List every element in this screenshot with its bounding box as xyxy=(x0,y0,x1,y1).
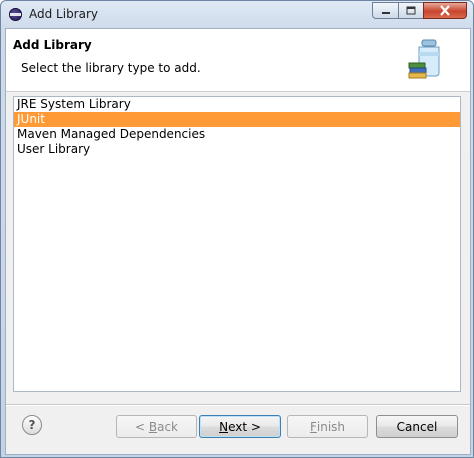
next-mnemonic: N xyxy=(219,419,229,434)
next-button[interactable]: Next > xyxy=(199,415,281,438)
back-button[interactable]: < Back xyxy=(116,415,197,438)
next-label-rest: ext > xyxy=(228,419,261,434)
help-button[interactable]: ? xyxy=(22,415,42,435)
maximize-icon xyxy=(406,6,416,15)
list-item-maven-managed-dependencies[interactable]: Maven Managed Dependencies xyxy=(14,127,460,142)
cancel-button[interactable]: Cancel xyxy=(376,415,458,438)
maximize-button[interactable] xyxy=(398,2,423,19)
footer-divider xyxy=(6,404,470,406)
minimize-icon xyxy=(381,11,390,14)
window-controls xyxy=(372,2,467,19)
dialog-window: Add Library Add Library Select the libra… xyxy=(0,0,474,458)
back-prefix: < xyxy=(134,419,149,434)
dialog-body: Add Library Select the library type to a… xyxy=(5,28,471,455)
close-button[interactable] xyxy=(423,2,467,19)
list-item-user-library[interactable]: User Library xyxy=(14,142,460,157)
window-title: Add Library xyxy=(29,7,99,21)
title-bar[interactable]: Add Library xyxy=(1,1,473,28)
finish-label-rest: inish xyxy=(316,419,346,434)
help-icon: ? xyxy=(28,418,36,432)
finish-mnemonic: F xyxy=(309,419,317,434)
eclipse-app-icon xyxy=(9,8,22,21)
wizard-banner: Add Library Select the library type to a… xyxy=(6,29,470,92)
back-label-rest: ack xyxy=(157,419,178,434)
page-description: Select the library type to add. xyxy=(21,61,201,75)
minimize-button[interactable] xyxy=(372,2,398,19)
finish-button[interactable]: Finish xyxy=(287,415,368,438)
library-type-list[interactable]: JRE System Library JUnit Maven Managed D… xyxy=(13,96,461,392)
list-item-junit[interactable]: JUnit xyxy=(14,112,460,127)
list-item-jre-system-library[interactable]: JRE System Library xyxy=(14,97,460,112)
cancel-label: Cancel xyxy=(396,419,438,434)
library-jar-icon xyxy=(408,39,440,79)
back-mnemonic: B xyxy=(148,419,158,434)
close-icon xyxy=(440,5,450,16)
page-title: Add Library xyxy=(13,38,92,52)
